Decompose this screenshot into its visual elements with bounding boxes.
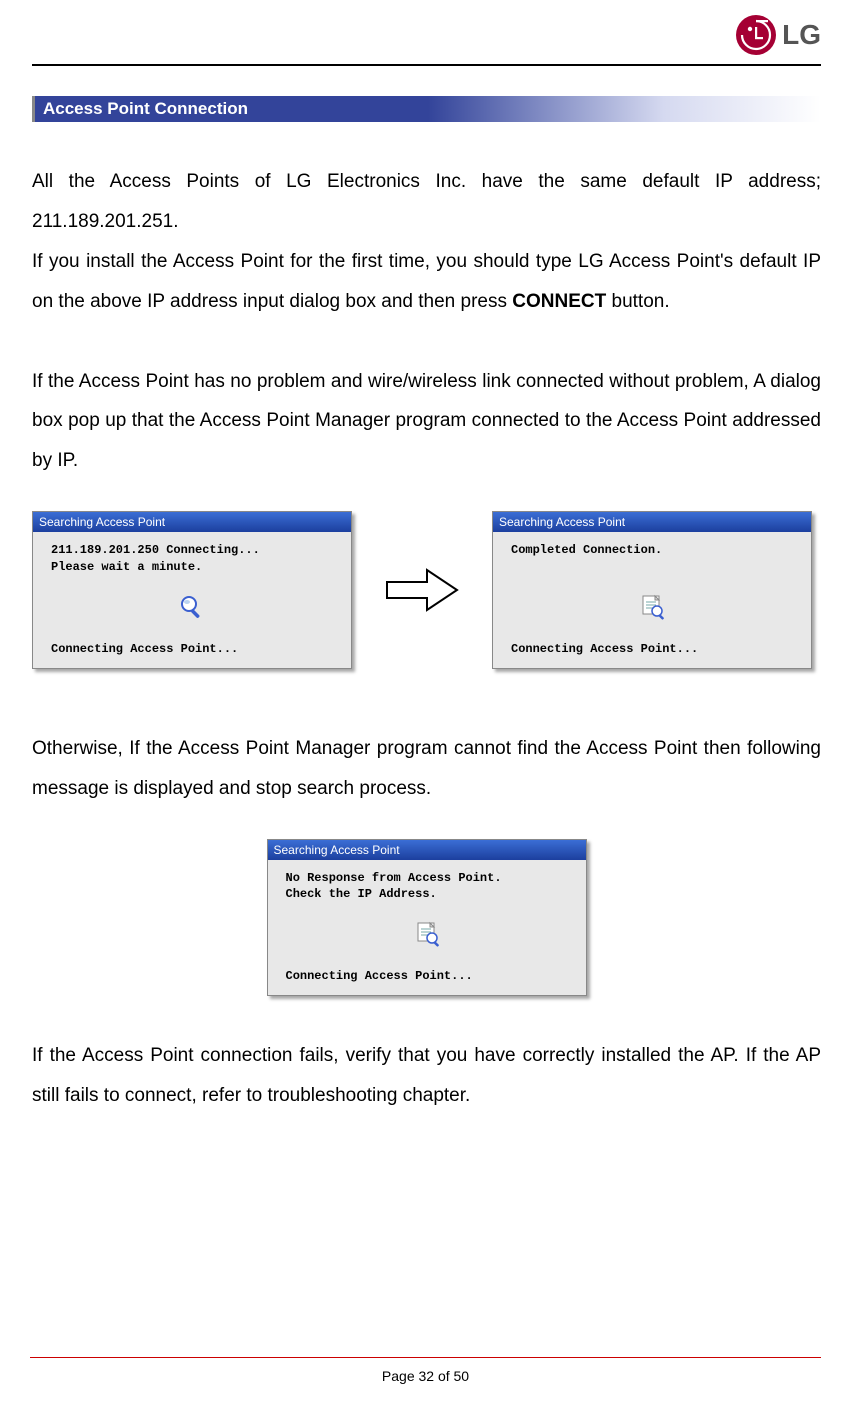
dialog-message-line: Please wait a minute. [51, 559, 333, 576]
body-copy-1: All the Access Points of LG Electronics … [32, 162, 821, 481]
dialog-status: Connecting Access Point... [51, 642, 333, 656]
section-heading-text: Access Point Connection [43, 99, 248, 119]
dialog-status: Connecting Access Point... [511, 642, 793, 656]
header-rule [32, 64, 821, 66]
dialog-title: Searching Access Point [33, 512, 351, 532]
arrow-icon [382, 565, 462, 615]
document-magnifier-icon [637, 610, 667, 624]
dialog-message-line: Completed Connection. [511, 542, 793, 559]
paragraph-3: If the Access Point has no problem and w… [32, 362, 821, 482]
lg-logo: LG [736, 15, 821, 55]
dialog-status: Connecting Access Point... [286, 969, 568, 983]
page-footer: Page 32 of 50 [30, 1357, 821, 1384]
dialog-title: Searching Access Point [268, 840, 586, 860]
dialog-message-line [511, 559, 793, 576]
lg-logo-circle [736, 15, 776, 55]
dialog-connecting: Searching Access Point 211.189.201.250 C… [32, 511, 352, 669]
paragraph-2: If you install the Access Point for the … [32, 242, 821, 322]
dialog-no-response: Searching Access Point No Response from … [267, 839, 587, 997]
page-number: Page 32 of 50 [30, 1368, 821, 1384]
section-heading-bar: Access Point Connection [32, 96, 821, 122]
paragraph-5: If the Access Point connection fails, ve… [32, 1036, 821, 1116]
paragraph-4: Otherwise, If the Access Point Manager p… [32, 729, 821, 809]
dialog-sequence-row: Searching Access Point 211.189.201.250 C… [32, 511, 821, 669]
dialog-message-line: 211.189.201.250 Connecting... [51, 542, 333, 559]
dialog-completed: Searching Access Point Completed Connect… [492, 511, 812, 669]
header: LG [32, 10, 821, 60]
lg-logo-text: LG [782, 19, 821, 51]
dialog-title: Searching Access Point [493, 512, 811, 532]
magnifier-icon [179, 610, 205, 624]
document-magnifier-icon [412, 937, 442, 951]
footer-rule [30, 1357, 821, 1358]
paragraph-1: All the Access Points of LG Electronics … [32, 162, 821, 242]
lg-face-icon [736, 15, 776, 55]
dialog-message-line: Check the IP Address. [286, 886, 568, 903]
dialog-message-line: No Response from Access Point. [286, 870, 568, 887]
